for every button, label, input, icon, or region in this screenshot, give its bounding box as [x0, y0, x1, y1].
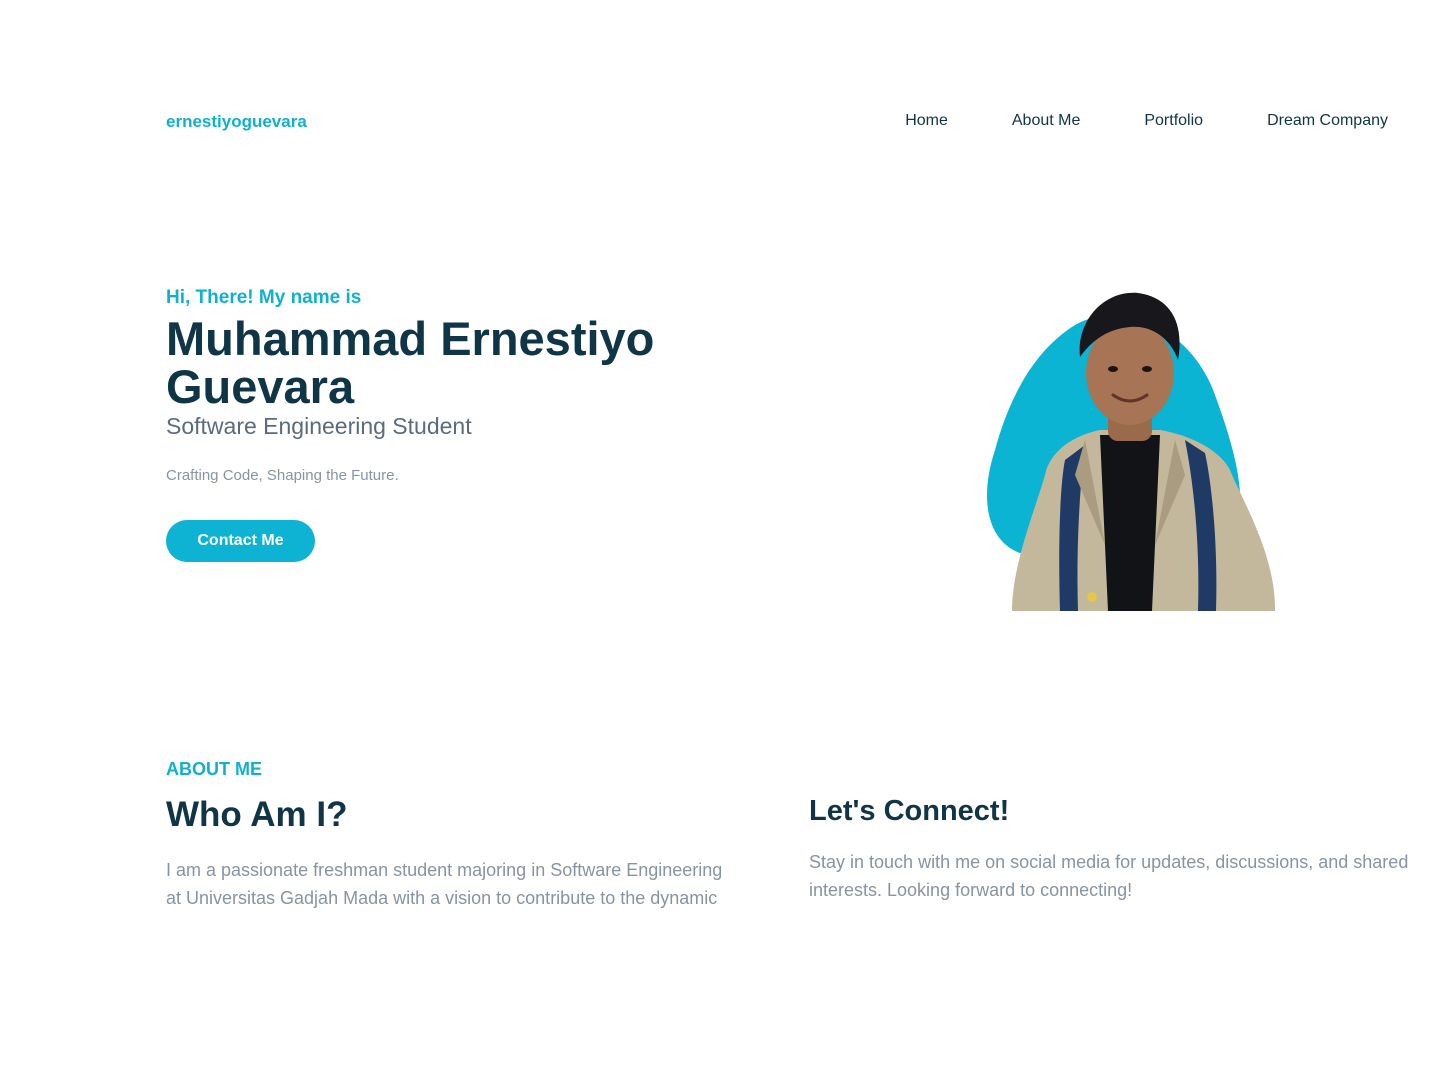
nav-link-home[interactable]: Home	[905, 112, 948, 130]
about-eyebrow: ABOUT ME	[166, 759, 262, 779]
hero-tagline: Crafting Code, Shaping the Future.	[166, 467, 399, 484]
hero-role: Software Engineering Student	[166, 413, 472, 439]
nav-link-dream-company[interactable]: Dream Company	[1267, 112, 1388, 130]
hero-greeting: Hi, There! My name is	[166, 287, 362, 308]
main-nav: Home About Me Portfolio Dream Company	[905, 112, 1388, 130]
page: ernestiyoguevara Home About Me Portfolio…	[0, 0, 1440, 1080]
nav-link-about-me[interactable]: About Me	[1012, 112, 1080, 130]
connect-text: Stay in touch with me on social media fo…	[809, 852, 1409, 900]
hero-name: Muhammad Ernestiyo Guevara	[166, 312, 655, 413]
brand-logo[interactable]: ernestiyoguevara	[166, 112, 307, 132]
nav-link-portfolio[interactable]: Portfolio	[1144, 112, 1203, 130]
profile-photo	[987, 292, 1276, 611]
about-text: I am a passionate freshman student major…	[166, 860, 723, 918]
contact-me-button[interactable]: Contact Me	[166, 520, 315, 562]
about-title: Who Am I?	[166, 795, 348, 834]
connect-title: Let's Connect!	[809, 795, 1010, 827]
